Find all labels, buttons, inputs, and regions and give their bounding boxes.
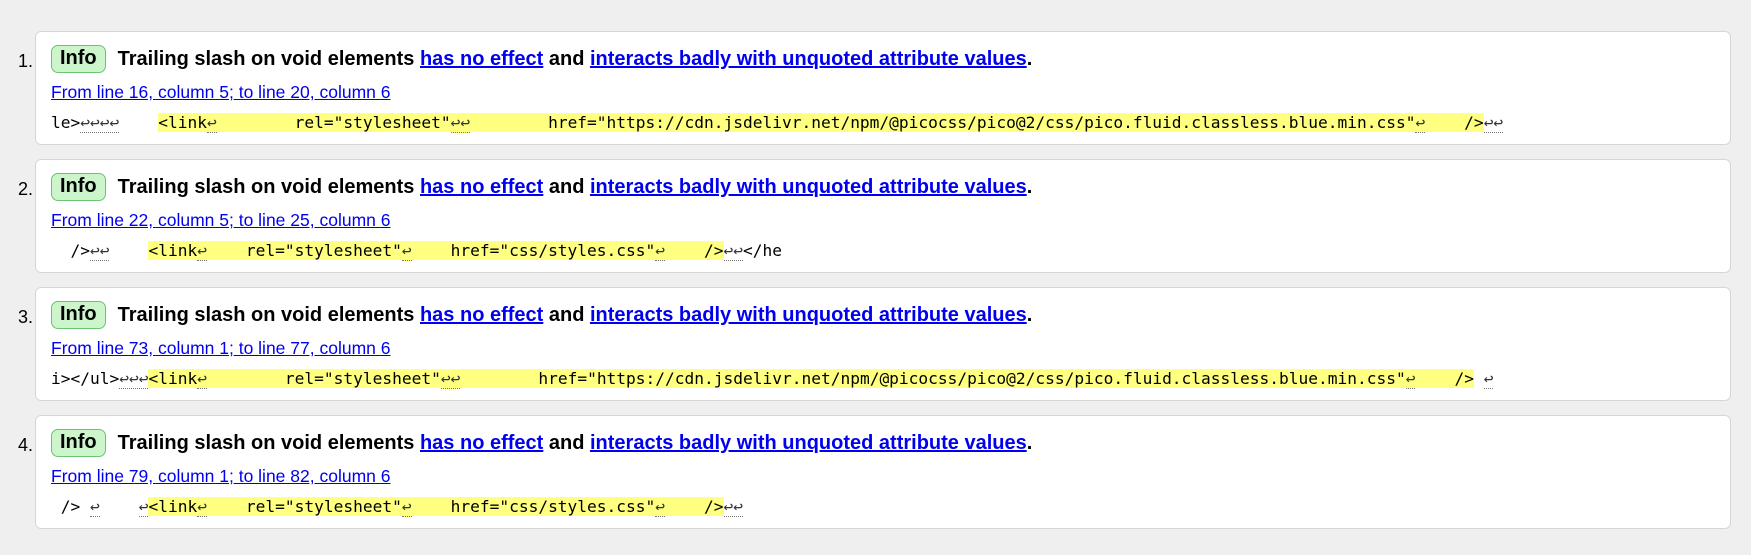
line-break-marker: ↩↩ [723,241,744,261]
message-item: 1. Info Trailing slash on void elements … [18,31,1731,145]
message-number: 3. [17,307,33,327]
info-badge: Info [51,45,106,73]
info-badge: Info [51,301,106,329]
extract-highlight: href="css/styles.css" [411,241,656,260]
line-break-marker: ↩↩ [723,497,744,517]
title-text: Trailing slash on void elements [117,304,420,326]
message-header: Info Trailing slash on void elements has… [51,300,1032,330]
extract-highlight: href="https://cdn.jsdelivr.net/npm/@pico… [470,113,1416,132]
line-break-marker: ↩ [138,497,149,517]
extract-text: /> [51,497,90,516]
extract-highlight: href="https://cdn.jsdelivr.net/npm/@pico… [460,369,1406,388]
message-number: 2. [17,179,33,199]
unquoted-attribute-link[interactable]: interacts badly with unquoted attribute … [590,48,1027,70]
message-title: Trailing slash on void elements has no e… [118,431,1033,455]
extract-highlight: /> [665,497,724,516]
extract-highlight: /> [665,241,724,260]
info-badge: Info [51,429,106,457]
title-text: Trailing slash on void elements [117,176,420,198]
extract-highlight: rel="stylesheet" [206,241,402,260]
line-break-marker: ↩ [655,241,666,261]
line-break-marker: ↩ [197,241,207,261]
line-break-marker: ↩ [401,497,412,517]
message-title: Trailing slash on void elements has no e… [118,175,1033,199]
line-break-marker: ↩ [655,497,666,517]
extract-highlight: <link [158,113,207,132]
title-text: and [543,176,590,198]
message-title: Trailing slash on void elements has no e… [118,47,1033,71]
extract-highlight: <link [148,241,198,260]
location-link[interactable]: From line 73, column 1; to line 77, colu… [51,337,390,359]
code-extract: i></ul>↩↩↩<link↩ rel="stylesheet"↩↩ href… [51,367,1494,391]
unquoted-attribute-link[interactable]: interacts badly with unquoted attribute … [590,176,1027,198]
extract-highlight: rel="stylesheet" [206,369,441,388]
line-break-marker: ↩ [1483,369,1494,389]
has-no-effect-link[interactable]: has no effect [420,432,543,454]
line-break-marker: ↩ [1415,113,1426,133]
line-break-marker: ↩↩↩↩ [80,113,120,133]
title-text: Trailing slash on void elements [117,432,420,454]
extract-text [100,497,139,516]
line-break-marker: ↩ [197,497,207,517]
extract-text: i></ul> [51,369,120,388]
line-break-marker: ↩ [197,369,207,389]
line-break-marker: ↩ [89,497,100,517]
title-text: and [543,48,590,70]
extract-text: </he [743,241,782,260]
line-break-marker: ↩↩ [450,113,471,133]
extract-highlight: /> [1415,369,1474,388]
location-link[interactable]: From line 16, column 5; to line 20, colu… [51,81,390,103]
info-badge: Info [51,173,106,201]
line-break-marker: ↩ [206,113,217,133]
extract-highlight: href="css/styles.css" [411,497,656,516]
line-break-marker: ↩↩ [1483,113,1504,133]
line-break-marker: ↩ [1405,369,1416,389]
extract-highlight: <link [148,497,198,516]
has-no-effect-link[interactable]: has no effect [420,304,543,326]
has-no-effect-link[interactable]: has no effect [420,48,543,70]
title-text: . [1026,304,1033,326]
location-link[interactable]: From line 79, column 1; to line 82, colu… [51,465,390,487]
line-break-marker: ↩↩↩ [119,369,149,389]
message-number: 1. [17,51,33,71]
message-header: Info Trailing slash on void elements has… [51,172,1032,202]
line-break-marker: ↩ [401,241,412,261]
message-item: 2. Info Trailing slash on void elements … [18,159,1731,273]
line-break-marker: ↩↩ [440,369,461,389]
location-link[interactable]: From line 22, column 5; to line 25, colu… [51,209,390,231]
extract-highlight: rel="stylesheet" [216,113,451,132]
title-text: . [1026,48,1033,70]
title-text: . [1026,176,1033,198]
extract-text [109,241,148,260]
unquoted-attribute-link[interactable]: interacts badly with unquoted attribute … [590,432,1027,454]
extract-text: le> [51,113,81,132]
extract-highlight: /> [1425,113,1484,132]
title-text: and [543,432,590,454]
unquoted-attribute-link[interactable]: interacts badly with unquoted attribute … [590,304,1027,326]
message-title: Trailing slash on void elements has no e… [118,303,1033,327]
line-break-marker: ↩↩ [89,241,110,261]
extract-highlight: <link [148,369,198,388]
code-extract: />↩↩ <link↩ rel="stylesheet"↩ href="css/… [51,239,782,263]
message-header: Info Trailing slash on void elements has… [51,428,1032,458]
title-text: Trailing slash on void elements [117,48,420,70]
has-no-effect-link[interactable]: has no effect [420,176,543,198]
code-extract: le>↩↩↩↩ <link↩ rel="stylesheet"↩↩ href="… [51,111,1504,135]
title-text: . [1026,432,1033,454]
message-item: 4. Info Trailing slash on void elements … [18,415,1731,529]
extract-text: /> [51,241,90,260]
title-text: and [543,304,590,326]
code-extract: /> ↩ ↩<link↩ rel="stylesheet"↩ href="css… [51,495,744,519]
extract-text [119,113,158,132]
extract-highlight: rel="stylesheet" [206,497,402,516]
message-item: 3. Info Trailing slash on void elements … [18,287,1731,401]
extract-text [1474,369,1484,388]
message-header: Info Trailing slash on void elements has… [51,44,1032,74]
message-number: 4. [17,435,33,455]
